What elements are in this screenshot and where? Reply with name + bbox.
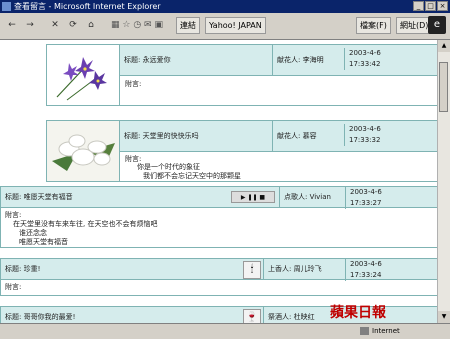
card-title: 标题: 珍重! [5,265,41,273]
card-divider [1,207,437,208]
links-label[interactable]: 連結 [176,17,200,34]
title-bar: 查看留言 - Microsoft Internet Explorer _ □ × [0,0,450,13]
scroll-down-arrow[interactable]: ▼ [438,311,450,323]
card-date: 2003-4-6 [349,125,381,133]
home-button[interactable]: ⌂ [84,18,98,32]
card-divider [120,75,437,76]
browser-toolbar: ← → ✕ ⟳ ⌂ ▦ ☆ ◷ ✉ ▣ 連結 Yahoo! JAPAN 檔案(F… [0,13,450,40]
card-title: 标题: 唯愿天堂有福音 [5,193,73,201]
card-header: 标题: 天堂里的快快乐吗 献花人: 慕容 2003-4-6 17:33:32 [120,121,437,151]
card-time: 17:33:32 [349,136,381,144]
purple-flower-image [47,45,120,105]
card-sender: 上香人: 周儿玲飞 [263,259,334,279]
status-zone: Internet [372,327,400,335]
ie-icon [2,2,11,11]
card-note-label: 附言: [125,80,142,88]
music-player-controls[interactable]: ▶ ❚❚ ■ [231,191,275,203]
message-card: 标题: 唯愿天堂有福音 ▶ ❚❚ ■ 点歌人: Vivian 2003-4-6 … [0,186,438,248]
card-timestamp: 2003-4-6 17:33:24 [345,259,382,281]
card-title: 标题: 天堂里的快快乐吗 [124,132,199,140]
card-note-line: 我们都不会忘记天空中的那颗星 [143,172,241,180]
card-header: 标题: 永远爱你 献花人: 李海明 2003-4-6 17:33:42 [120,45,437,75]
message-card: 标题: 永远爱你 献花人: 李海明 2003-4-6 17:33:42 附言: [46,44,438,106]
card-header: 标题: 珍重! 🕯 上香人: 周儿玲飞 2003-4-6 17:33:24 [1,259,437,281]
window-controls: _ □ × [413,1,448,11]
wine-cup-icon: 🍷 [243,309,261,323]
close-button[interactable]: × [437,1,448,11]
card-timestamp: 2003-4-6 17:33:32 [344,124,381,146]
scroll-up-arrow[interactable]: ▲ [438,40,450,52]
card-sender: 点歌人: Vivian [279,187,350,207]
card-timestamp: 2003-4-6 17:33:27 [345,187,382,209]
scroll-thumb[interactable] [439,62,448,112]
card-date: 2003-4-6 [350,260,382,268]
card-title: 标题: 哥哥你我的最爱! [5,313,76,321]
url-label[interactable]: 網址(D) [396,17,433,34]
card-divider [1,279,437,280]
stop-button[interactable]: ✕ [48,18,62,32]
card-date: 2003-4-6 [350,188,382,196]
card-sender: 祭酒人: 杜映红 [263,307,334,323]
page-content: 标题: 永远爱你 献花人: 李海明 2003-4-6 17:33:42 附言: [0,40,438,323]
message-card: 标题: 天堂里的快快乐吗 献花人: 慕容 2003-4-6 17:33:32 附… [46,120,438,182]
vertical-scrollbar[interactable]: ▲ ▼ [437,40,450,323]
message-card: 标题: 珍重! 🕯 上香人: 周儿玲飞 2003-4-6 17:33:24 附言… [0,258,438,296]
incense-icon: 🕯 [243,261,261,279]
back-button[interactable]: ← [4,18,20,32]
file-menu[interactable]: 檔案(F) [356,17,391,34]
card-sender: 献花人: 李海明 [272,45,343,75]
card-title: 标题: 永远爱你 [124,56,171,64]
newspaper-watermark: 蘋果日報 [330,305,386,321]
card-sender: 献花人: 慕容 [272,121,343,151]
card-header: 标题: 唯愿天堂有福音 ▶ ❚❚ ■ 点歌人: Vivian 2003-4-6 … [1,187,437,209]
card-divider [120,151,437,152]
white-flower-image [47,121,120,181]
forward-button[interactable]: → [22,18,38,32]
maximize-button[interactable]: □ [425,1,436,11]
card-note-label: 附言: [5,283,22,291]
card-date: 2003-4-6 [349,49,381,57]
card-note-line: 唯愿天堂有福音 [19,238,68,246]
yahoo-link[interactable]: Yahoo! JAPAN [205,17,266,34]
card-timestamp: 2003-4-6 17:33:42 [344,48,381,70]
ie-logo-icon: e [428,16,446,34]
zone-icon [360,327,369,335]
card-time: 17:33:42 [349,60,381,68]
toolbar-icons[interactable]: ▦ ☆ ◷ ✉ ▣ [102,18,172,32]
refresh-button[interactable]: ⟳ [66,18,80,32]
status-bar: Internet [0,323,450,339]
minimize-button[interactable]: _ [413,1,424,11]
window-title: 查看留言 - Microsoft Internet Explorer [14,2,161,11]
